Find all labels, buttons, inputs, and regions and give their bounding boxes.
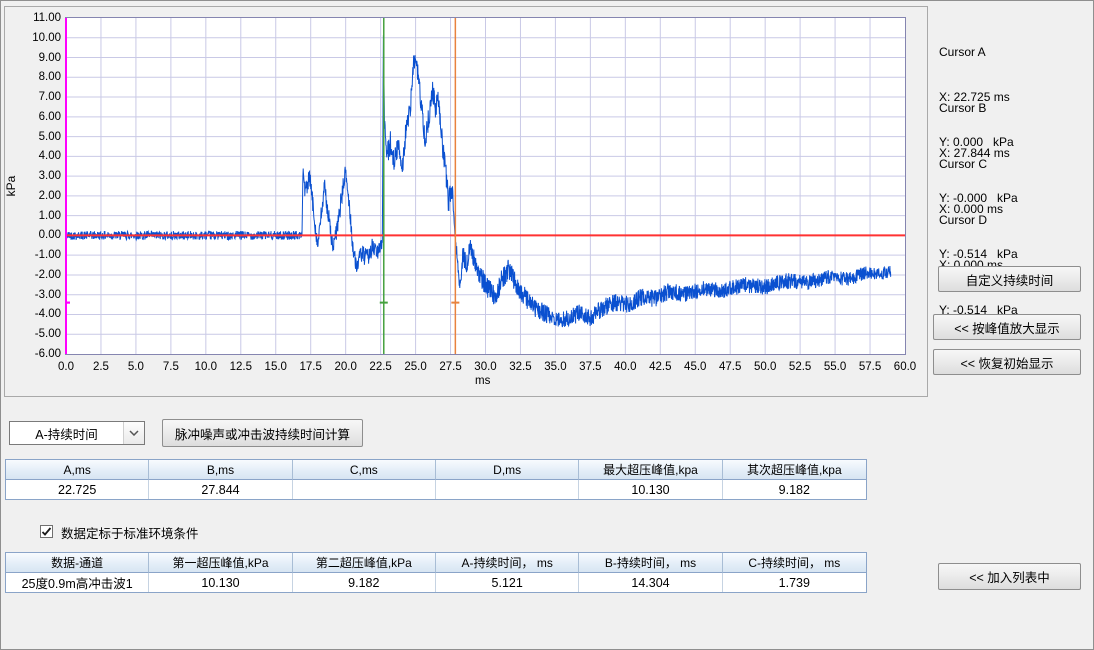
table1-header-max-peak: 最大超压峰值,kpa <box>579 460 722 480</box>
y-tick-label: 9.00 <box>11 52 61 64</box>
y-tick-label: 7.00 <box>11 91 61 103</box>
table2-header-channel: 数据-通道 <box>6 553 149 573</box>
cursor-d-title: Cursor D <box>939 213 1089 228</box>
table2-header-row: 数据-通道 第一超压峰值,kPa 第二超压峰值,kPa A-持续时间， ms B… <box>6 553 866 573</box>
restore-view-button[interactable]: << 恢复初始显示 <box>933 349 1081 375</box>
cursor-a-title: Cursor A <box>939 45 1089 60</box>
y-tick-label: -3.00 <box>11 289 61 301</box>
table1-cell-d[interactable] <box>436 480 579 499</box>
table1-cell-a[interactable]: 22.725 <box>6 480 149 499</box>
table2-header-peak1: 第一超压峰值,kPa <box>149 553 292 573</box>
standard-env-checkbox-label[interactable]: 数据定标于标准环境条件 <box>61 523 199 542</box>
channel-results-table: 数据-通道 第一超压峰值,kPa 第二超压峰值,kPa A-持续时间， ms B… <box>5 552 867 593</box>
add-to-list-button[interactable]: << 加入列表中 <box>938 563 1081 590</box>
table1-cell-second-peak[interactable]: 9.182 <box>723 480 866 499</box>
table1-header-row: A,ms B,ms C,ms D,ms 最大超压峰值,kpa 其次超压峰值,kp… <box>6 460 866 480</box>
chart-panel: kPa 11.0010.009.008.007.006.005.004.003.… <box>4 6 928 397</box>
table2-cell-duration-c[interactable]: 1.739 <box>723 573 866 592</box>
y-tick-label: -2.00 <box>11 269 61 281</box>
check-icon <box>41 526 52 537</box>
y-tick-label: 11.00 <box>11 12 61 24</box>
chevron-down-icon[interactable] <box>123 422 144 444</box>
standard-env-checkbox[interactable] <box>40 525 53 538</box>
y-tick-label: -1.00 <box>11 249 61 261</box>
y-tick-label: 3.00 <box>11 170 61 182</box>
table2-header-duration-b: B-持续时间， ms <box>579 553 722 573</box>
y-tick-label: 0.00 <box>11 229 61 241</box>
duration-type-value: A-持续时间 <box>10 422 123 444</box>
y-tick-label: 6.00 <box>11 111 61 123</box>
table2-cell-duration-a[interactable]: 5.121 <box>436 573 579 592</box>
waveform-svg[interactable] <box>65 17 906 355</box>
x-axis-title: ms <box>475 375 490 387</box>
y-tick-label: 8.00 <box>11 71 61 83</box>
y-tick-label: 10.00 <box>11 32 61 44</box>
table1-cell-b[interactable]: 27.844 <box>149 480 292 499</box>
y-tick-label: 2.00 <box>11 190 61 202</box>
cursor-b-title: Cursor B <box>939 101 1089 116</box>
table1-header-a: A,ms <box>6 460 149 480</box>
table2-header-peak2: 第二超压峰值,kPa <box>293 553 436 573</box>
table2-cell-duration-b[interactable]: 14.304 <box>579 573 722 592</box>
table-row: 25度0.9m高冲击波1 10.130 9.182 5.121 14.304 1… <box>6 573 866 592</box>
table2-cell-peak2[interactable]: 9.182 <box>293 573 436 592</box>
table1-header-second-peak: 其次超压峰值,kpa <box>723 460 866 480</box>
table1-cell-c[interactable] <box>293 480 436 499</box>
duration-calc-button[interactable]: 脉冲噪声或冲击波持续时间计算 <box>162 419 363 447</box>
table2-header-duration-a: A-持续时间， ms <box>436 553 579 573</box>
table-row: 22.725 27.844 10.130 9.182 <box>6 480 866 499</box>
duration-type-select[interactable]: A-持续时间 <box>9 421 145 445</box>
y-tick-label: -4.00 <box>11 308 61 320</box>
waveform-plot[interactable] <box>65 17 906 355</box>
table2-header-duration-c: C-持续时间， ms <box>723 553 866 573</box>
table1-cell-max-peak[interactable]: 10.130 <box>579 480 722 499</box>
table1-header-c: C,ms <box>293 460 436 480</box>
custom-duration-button[interactable]: 自定义持续时间 <box>938 266 1081 292</box>
y-tick-label: -5.00 <box>11 328 61 340</box>
y-tick-label: 1.00 <box>11 210 61 222</box>
table2-cell-peak1[interactable]: 10.130 <box>149 573 292 592</box>
table1-header-d: D,ms <box>436 460 579 480</box>
cursor-results-table: A,ms B,ms C,ms D,ms 最大超压峰值,kpa 其次超压峰值,kp… <box>5 459 867 500</box>
app-window: kPa 11.0010.009.008.007.006.005.004.003.… <box>0 0 1094 650</box>
x-tick-label: 60.0 <box>883 361 927 373</box>
y-tick-label: -6.00 <box>11 348 61 360</box>
y-tick-label: 5.00 <box>11 131 61 143</box>
table1-header-b: B,ms <box>149 460 292 480</box>
cursor-c-title: Cursor C <box>939 157 1089 172</box>
table2-cell-channel[interactable]: 25度0.9m高冲击波1 <box>6 573 149 592</box>
y-tick-label: 4.00 <box>11 150 61 162</box>
zoom-to-peak-button[interactable]: << 按峰值放大显示 <box>933 314 1081 340</box>
